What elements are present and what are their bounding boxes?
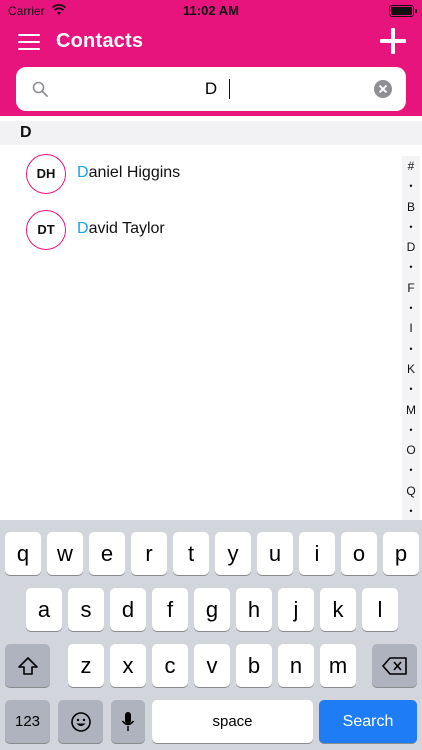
page-title: Contacts (56, 30, 144, 52)
key-o[interactable]: o (341, 532, 377, 575)
key-d[interactable]: d (110, 588, 146, 631)
status-bar: Carrier 11:02 AM (0, 0, 422, 22)
contact-name-rest: avid Taylor (88, 220, 165, 237)
key-m[interactable]: m (320, 644, 356, 687)
key-c[interactable]: c (152, 644, 188, 687)
key-h[interactable]: h (236, 588, 272, 631)
contact-name-match: D (77, 164, 89, 181)
key-z[interactable]: z (68, 644, 104, 687)
search-input[interactable] (62, 77, 360, 101)
index-separator-dot[interactable]: • (402, 460, 420, 480)
avatar: DT (26, 210, 66, 250)
key-i[interactable]: i (299, 532, 335, 575)
key-t[interactable]: t (173, 532, 209, 575)
key-k[interactable]: k (320, 588, 356, 631)
add-contact-button[interactable] (380, 28, 406, 54)
key-e[interactable]: e (89, 532, 125, 575)
contact-name-rest: aniel Higgins (88, 164, 181, 181)
key-u[interactable]: u (257, 532, 293, 575)
dictation-key[interactable] (111, 700, 145, 743)
index-letter[interactable]: F (402, 278, 420, 298)
search-bar[interactable] (16, 67, 406, 111)
search-icon (32, 81, 48, 97)
index-separator-dot[interactable]: • (402, 379, 420, 399)
contact-row[interactable]: DH Daniel Higgins (0, 146, 404, 202)
search-key[interactable]: Search (319, 700, 417, 743)
key-v[interactable]: v (194, 644, 230, 687)
shift-key[interactable] (5, 644, 50, 687)
key-x[interactable]: x (110, 644, 146, 687)
index-separator-dot[interactable]: • (402, 217, 420, 237)
key-y[interactable]: y (215, 532, 251, 575)
section-letter: D (20, 124, 32, 141)
keyboard: 123 space Search qwertyuiop asdfghjkl zxcv… (0, 520, 422, 750)
alphabet-index[interactable]: # • B • D • F • I • K • M • O • Q • (402, 156, 420, 520)
index-separator-dot[interactable]: • (402, 298, 420, 318)
key-w[interactable]: w (47, 532, 83, 575)
hamburger-menu-icon[interactable] (18, 34, 40, 52)
space-key[interactable]: space (152, 700, 313, 743)
key-j[interactable]: j (278, 588, 314, 631)
emoji-key[interactable] (58, 700, 103, 743)
key-a[interactable]: a (26, 588, 62, 631)
shift-icon (17, 657, 38, 675)
key-g[interactable]: g (194, 588, 230, 631)
contact-name-match: D (77, 220, 89, 237)
section-header: D (0, 121, 422, 145)
index-letter[interactable]: B (402, 197, 420, 217)
contact-name: Daniel Higgins (77, 164, 180, 182)
index-separator-dot[interactable]: • (402, 420, 420, 440)
key-p[interactable]: p (383, 532, 419, 575)
microphone-icon (121, 712, 135, 731)
key-l[interactable]: l (362, 588, 398, 631)
key-n[interactable]: n (278, 644, 314, 687)
index-separator-dot[interactable]: • (402, 257, 420, 277)
clock: 11:02 AM (183, 3, 239, 18)
delete-key[interactable] (372, 644, 417, 687)
index-letter[interactable]: O (402, 440, 420, 460)
index-letter[interactable]: Q (402, 481, 420, 501)
backspace-icon (381, 657, 407, 675)
key-r[interactable]: r (131, 532, 167, 575)
index-letter[interactable]: D (402, 237, 420, 257)
key-f[interactable]: f (152, 588, 188, 631)
battery-icon (389, 5, 417, 17)
key-s[interactable]: s (68, 588, 104, 631)
index-letter[interactable]: K (402, 359, 420, 379)
index-separator-dot[interactable]: • (402, 339, 420, 359)
contact-row[interactable]: DT David Taylor (0, 202, 404, 258)
key-q[interactable]: q (5, 532, 41, 575)
nav-bar: Contacts (0, 22, 422, 116)
index-letter[interactable]: # (402, 156, 420, 176)
emoji-icon (70, 712, 91, 732)
index-letter[interactable]: I (402, 318, 420, 338)
index-separator-dot[interactable]: • (402, 176, 420, 196)
index-separator-dot[interactable]: • (402, 501, 420, 521)
index-letter[interactable]: M (402, 400, 420, 420)
key-b[interactable]: b (236, 644, 272, 687)
numbers-key[interactable]: 123 (5, 700, 50, 743)
clear-search-icon[interactable] (374, 80, 392, 98)
text-cursor (229, 79, 230, 99)
contact-name: David Taylor (77, 220, 165, 238)
avatar: DH (26, 154, 66, 194)
